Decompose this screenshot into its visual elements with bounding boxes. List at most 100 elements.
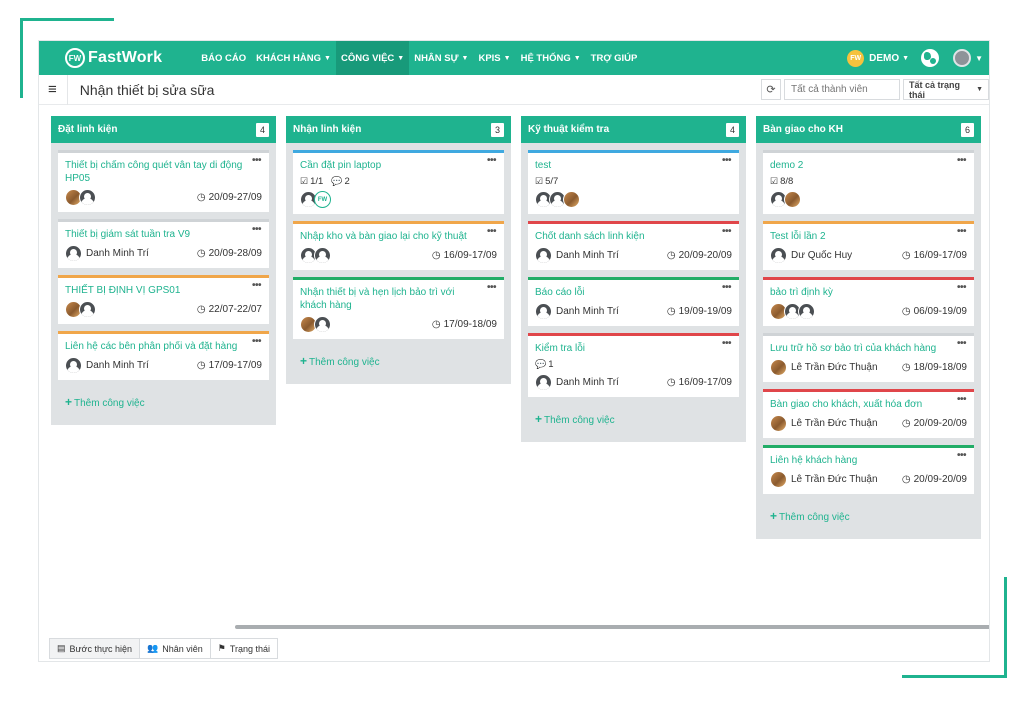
card-title[interactable]: Thiết bị chấm công quét vân tay di động … — [65, 159, 262, 185]
card-title[interactable]: Test lỗi lần 2 — [770, 230, 967, 243]
more-options-icon[interactable]: ••• — [487, 282, 497, 293]
menu-item-he-thong[interactable]: HỆ THỐNG ▼ — [516, 41, 586, 75]
card-title[interactable]: THIẾT BỊ ĐỊNH VỊ GPS01 — [65, 284, 262, 297]
task-card[interactable]: bảo trì định kỳ ••• ◷ 06/09-19/09 — [763, 277, 974, 326]
assignee: Danh Minh Trí — [535, 303, 619, 320]
clock-icon: ◷ — [196, 248, 206, 259]
add-task-button[interactable]: + Thêm công việc — [286, 346, 511, 374]
due-date: ◷ 19/09-19/09 — [666, 306, 732, 317]
task-card[interactable]: Bàn giao cho khách, xuất hóa đơn ••• Lê … — [763, 389, 974, 438]
caret-down-icon[interactable]: ▼ — [975, 54, 983, 63]
clock-icon: ◷ — [901, 362, 911, 373]
column-header[interactable]: Nhận linh kiện 3 — [286, 116, 511, 143]
task-card[interactable]: Liên hệ khách hàng ••• Lê Trần Đức Thuận… — [763, 445, 974, 494]
caret-down-icon: ▼ — [461, 54, 469, 62]
more-options-icon[interactable]: ••• — [722, 226, 732, 237]
avatar — [314, 247, 331, 264]
task-card[interactable]: test ••• ☑ 5/7 — [528, 150, 739, 214]
card-footer: FW — [300, 191, 497, 208]
card-title[interactable]: Lưu trữ hồ sơ bảo trì của khách hàng — [770, 342, 967, 355]
horizontal-scrollbar[interactable] — [235, 625, 989, 629]
card-title[interactable]: Cần đặt pin laptop — [300, 159, 497, 172]
card-title[interactable]: Chốt danh sách linh kiện — [535, 230, 732, 243]
menu-item-khach-hang[interactable]: KHÁCH HÀNG ▼ — [251, 41, 336, 75]
more-options-icon[interactable]: ••• — [957, 282, 967, 293]
caret-down-icon: ▼ — [976, 86, 983, 93]
more-options-icon[interactable]: ••• — [252, 336, 262, 347]
column-header[interactable]: Bàn giao cho KH 6 — [756, 116, 981, 143]
task-card[interactable]: Chốt danh sách linh kiện ••• Danh Minh T… — [528, 221, 739, 270]
column-header[interactable]: Kỹ thuật kiểm tra 4 — [521, 116, 746, 143]
card-title[interactable]: Liên hệ khách hàng — [770, 454, 967, 467]
task-card[interactable]: Kiểm tra lỗi ••• 💬 1 Danh Minh Trí ◷ 16/09… — [528, 333, 739, 397]
more-options-icon[interactable]: ••• — [252, 224, 262, 235]
due-date: ◷ 06/09-19/09 — [901, 306, 967, 317]
task-card[interactable]: Báo cáo lỗi ••• Danh Minh Trí ◷ 19/09-19/… — [528, 277, 739, 326]
hamburger-menu-icon[interactable]: ≡ — [48, 81, 57, 98]
more-options-icon[interactable]: ••• — [957, 394, 967, 405]
card-title[interactable]: Kiểm tra lỗi — [535, 342, 732, 355]
checklist-icon: ☑ — [300, 176, 309, 186]
more-options-icon[interactable]: ••• — [957, 226, 967, 237]
task-card[interactable]: Cần đặt pin laptop ••• ☑ 1/1 💬 2 FW — [293, 150, 504, 214]
menu-item-bao-cao[interactable]: BÁO CÁO — [196, 41, 251, 75]
column-header[interactable]: Đặt linh kiện 4 — [51, 116, 276, 143]
menu-item-tro-giup[interactable]: TRỢ GIÚP — [586, 41, 643, 75]
card-title[interactable]: Bàn giao cho khách, xuất hóa đơn — [770, 398, 967, 411]
task-card[interactable]: Nhận thiết bị và hẹn lịch bảo trì với kh… — [293, 277, 504, 339]
card-title[interactable]: Nhận thiết bị và hẹn lịch bảo trì với kh… — [300, 286, 497, 312]
refresh-button[interactable]: ⟳ — [761, 79, 781, 100]
menu-item-kpis[interactable]: KPIS ▼ — [473, 41, 515, 75]
column-title: Bàn giao cho KH — [763, 124, 844, 135]
more-options-icon[interactable]: ••• — [487, 226, 497, 237]
add-task-button[interactable]: + Thêm công việc — [521, 404, 746, 432]
task-card[interactable]: THIẾT BỊ ĐỊNH VỊ GPS01 ••• ◷ 22/07-22/07 — [58, 275, 269, 324]
divider — [66, 74, 68, 105]
card-title[interactable]: Liên hệ các bên phân phối và đặt hàng — [65, 340, 262, 353]
task-card[interactable]: Thiết bị chấm công quét vân tay di động … — [58, 150, 269, 212]
status-filter-select[interactable]: Tất cả trạng thái ▼ — [903, 79, 989, 100]
member-filter-input[interactable] — [784, 79, 900, 100]
avatar — [314, 316, 331, 333]
task-card[interactable]: Nhập kho và bàn giao lại cho kỹ thuật ••… — [293, 221, 504, 270]
add-task-button[interactable]: + Thêm công việc — [756, 501, 981, 529]
task-card[interactable]: Test lỗi lần 2 ••• Dư Quốc Huy ◷ 16/09-17… — [763, 221, 974, 270]
users-icon: 👥 — [147, 643, 159, 653]
task-card[interactable]: Liên hệ các bên phân phối và đặt hàng ••… — [58, 331, 269, 380]
menu-item-nhan-su[interactable]: NHÂN SỰ ▼ — [409, 41, 473, 75]
assignee-avatars — [300, 247, 331, 264]
avatar — [535, 374, 552, 391]
more-options-icon[interactable]: ••• — [957, 450, 967, 461]
task-card[interactable]: Thiết bị giám sát tuần tra V9 ••• Danh M… — [58, 219, 269, 268]
more-options-icon[interactable]: ••• — [957, 338, 967, 349]
card-title[interactable]: Báo cáo lỗi — [535, 286, 732, 299]
add-task-button[interactable]: + Thêm công việc — [51, 387, 276, 415]
card-title[interactable]: Nhập kho và bàn giao lại cho kỹ thuật — [300, 230, 497, 243]
more-options-icon[interactable]: ••• — [487, 155, 497, 166]
tab-steps[interactable]: ▤ Bước thực hiện — [49, 638, 140, 659]
menu-item-cong-viec[interactable]: CÔNG VIỆC ▼ — [335, 41, 410, 75]
plus-icon: + — [300, 354, 308, 368]
avatar — [770, 471, 787, 488]
more-options-icon[interactable]: ••• — [252, 280, 262, 291]
column-title: Đặt linh kiện — [58, 124, 118, 135]
card-title[interactable]: bảo trì định kỳ — [770, 286, 967, 299]
globe-icon[interactable] — [921, 49, 940, 67]
more-options-icon[interactable]: ••• — [722, 282, 732, 293]
tab-employees[interactable]: 👥 Nhân viên — [139, 638, 211, 659]
company-switcher[interactable]: DEMO ▼ — [869, 53, 909, 64]
logo[interactable]: FW FastWork — [65, 48, 162, 68]
more-options-icon[interactable]: ••• — [722, 155, 732, 166]
more-options-icon[interactable]: ••• — [252, 155, 262, 166]
task-card[interactable]: demo 2 ••• ☑ 8/8 — [763, 150, 974, 214]
caret-down-icon: ▼ — [324, 54, 331, 62]
tab-status[interactable]: ⚑ Trạng thái — [209, 638, 279, 659]
user-avatar[interactable] — [953, 49, 972, 67]
task-card[interactable]: Lưu trữ hồ sơ bảo trì của khách hàng •••… — [763, 333, 974, 382]
more-options-icon[interactable]: ••• — [957, 155, 967, 166]
card-title[interactable]: Thiết bị giám sát tuần tra V9 — [65, 228, 262, 241]
due-date: ◷ 20/09-27/09 — [196, 192, 262, 203]
card-title[interactable]: demo 2 — [770, 159, 967, 172]
more-options-icon[interactable]: ••• — [722, 338, 732, 349]
card-title[interactable]: test — [535, 159, 732, 172]
